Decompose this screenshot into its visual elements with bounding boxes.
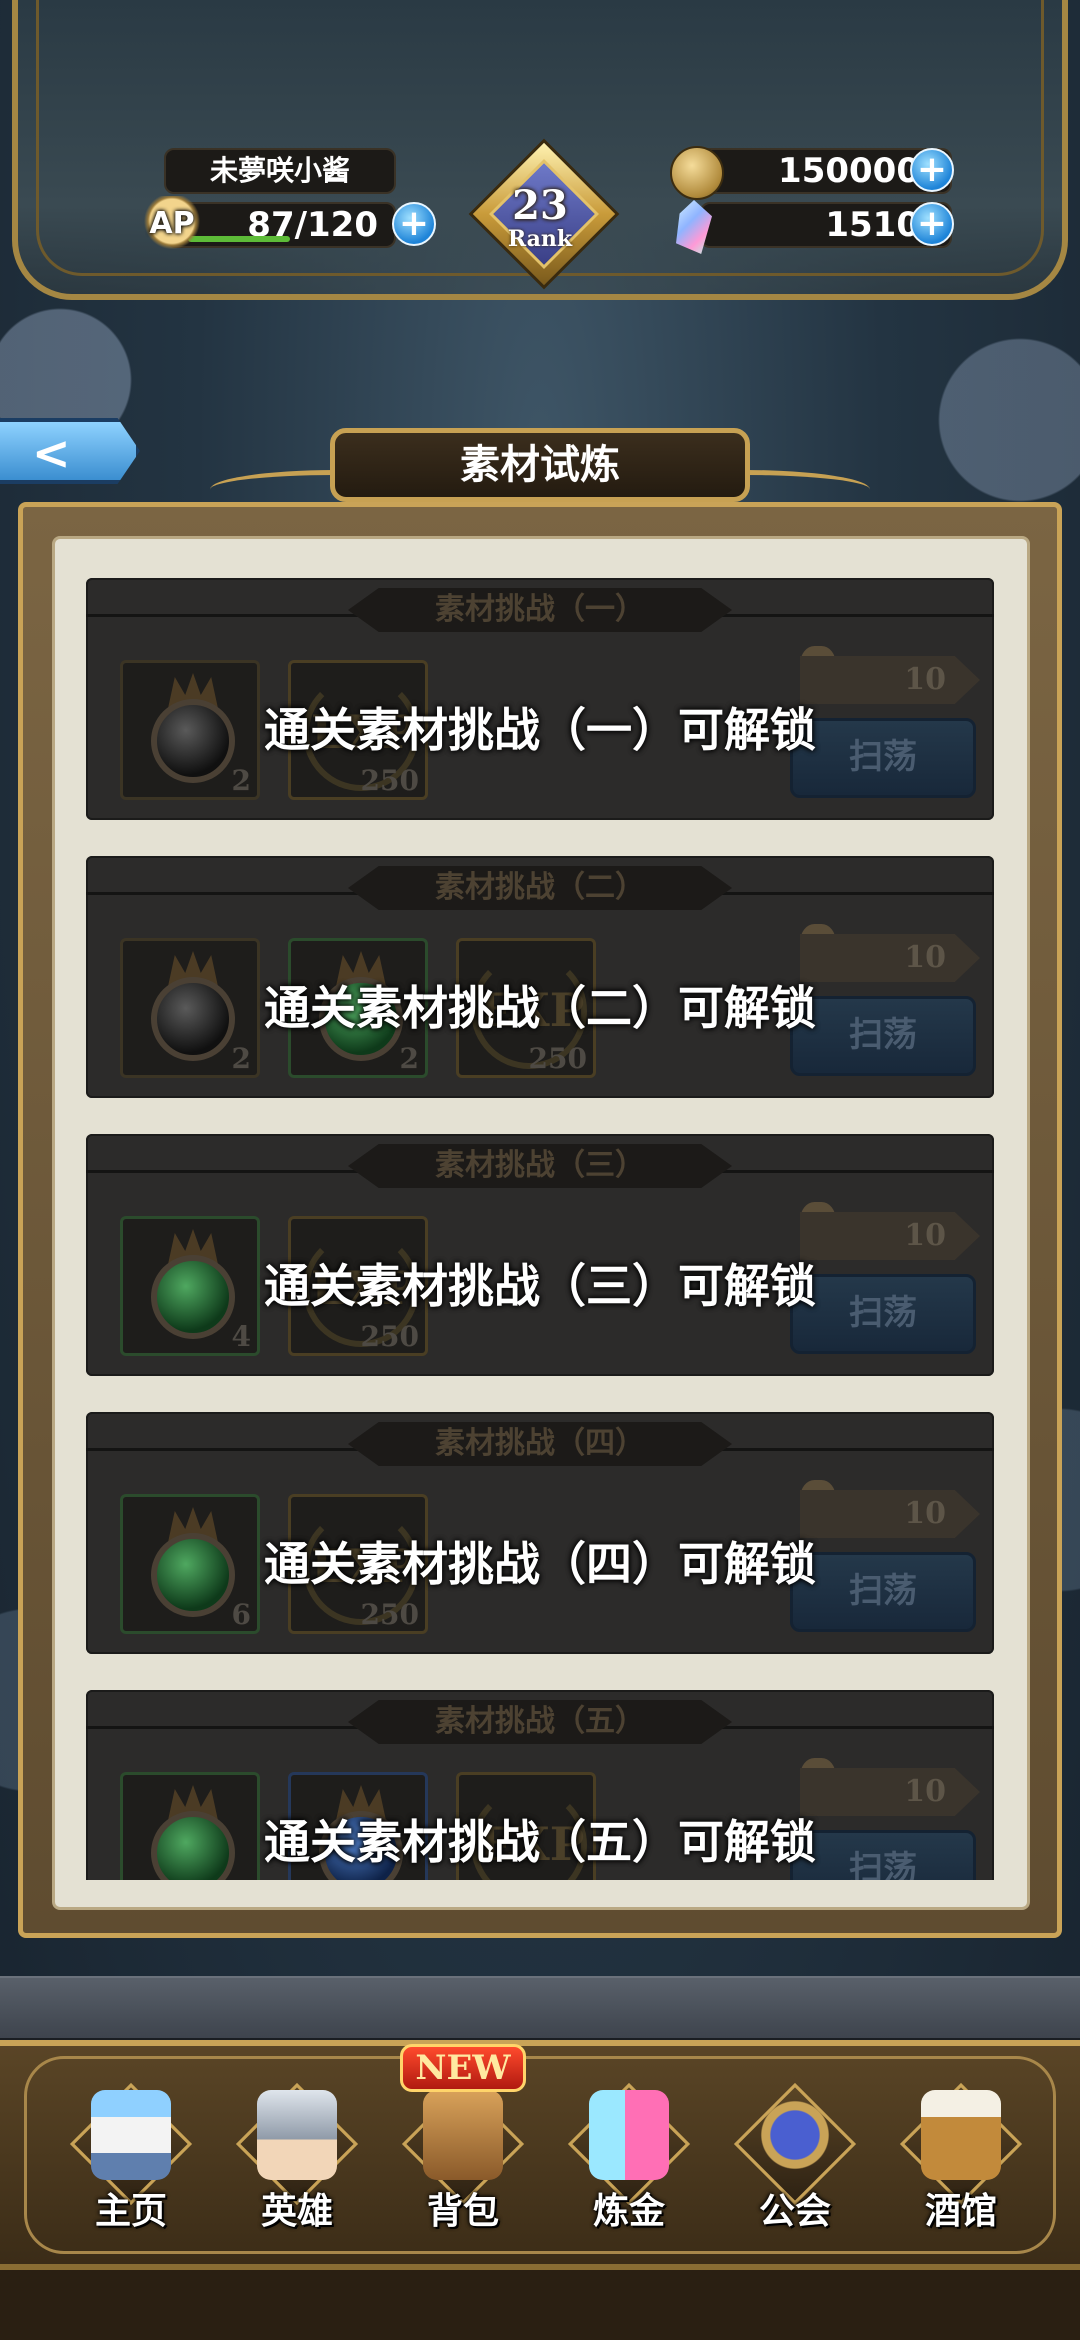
back-button[interactable]: < bbox=[0, 418, 140, 484]
nav-label: 英雄 bbox=[260, 2191, 333, 2232]
page-title: 素材试炼 bbox=[330, 428, 750, 502]
nav-label: 主页 bbox=[94, 2191, 167, 2232]
stage-list[interactable]: 素材挑战（一） 2 EXP 250 10 扫荡 通关素材挑战（一）可解锁 素材挑战（二） 2 2 E… bbox=[86, 578, 994, 1880]
stage-title: 素材挑战（四） bbox=[348, 1422, 732, 1466]
nav-item-4[interactable]: 炼金 bbox=[554, 2060, 704, 2250]
player-name: 未夢咲小酱 bbox=[164, 148, 396, 194]
stage-title: 素材挑战（三） bbox=[348, 1144, 732, 1188]
rank-badge: 23 Rank bbox=[468, 138, 620, 290]
potion-flasks-icon bbox=[589, 2090, 669, 2180]
nav-item-2[interactable]: 英雄 bbox=[222, 2060, 372, 2250]
unlock-requirement: 通关素材挑战（三）可解锁 bbox=[264, 1259, 816, 1313]
ap-progress-bar bbox=[188, 236, 290, 242]
bottom-nav-footer bbox=[0, 2270, 1080, 2340]
stage-title: 素材挑战（一） bbox=[348, 588, 732, 632]
backpack-icon bbox=[423, 2090, 503, 2180]
back-arrow-icon: < bbox=[32, 426, 71, 480]
nav-label: 炼金 bbox=[592, 2191, 665, 2232]
add-ap-button[interactable]: + bbox=[392, 202, 436, 246]
nav-item-6[interactable]: 酒馆 bbox=[886, 2060, 1036, 2250]
nav-item-5[interactable]: 公会 bbox=[720, 2060, 870, 2250]
ap-icon: AP bbox=[142, 196, 202, 252]
nav-label: 公会 bbox=[758, 2191, 831, 2232]
rank-number: 23 bbox=[512, 182, 568, 229]
unlock-requirement: 通关素材挑战（五）可解锁 bbox=[264, 1815, 816, 1869]
castle-icon bbox=[91, 2090, 171, 2180]
add-gold-button[interactable]: + bbox=[910, 148, 954, 192]
stage-card[interactable]: 素材挑战（二） 2 2 EXP 250 10 扫荡 通关素材挑战（二）可解锁 bbox=[86, 856, 994, 1098]
unlock-requirement: 通关素材挑战（四）可解锁 bbox=[264, 1537, 816, 1591]
tavern-mug-icon bbox=[921, 2090, 1001, 2180]
stage-title: 素材挑战（二） bbox=[348, 866, 732, 910]
stage-card[interactable]: 素材挑战（四） 6 EXP 250 10 扫荡 通关素材挑战（四）可解锁 bbox=[86, 1412, 994, 1654]
nav-label: 背包 bbox=[426, 2191, 499, 2232]
stage-card[interactable]: 素材挑战（五） EXP 10 扫荡 通关素材挑战（五）可解锁 bbox=[86, 1690, 994, 1880]
gold-coin-icon bbox=[670, 146, 724, 200]
unlock-requirement: 通关素材挑战（二）可解锁 bbox=[264, 981, 816, 1035]
bottom-nav-stripe bbox=[0, 1976, 1080, 2041]
knight-helmet-icon bbox=[257, 2090, 337, 2180]
unlock-requirement: 通关素材挑战（一）可解锁 bbox=[264, 703, 816, 757]
stage-card[interactable]: 素材挑战（一） 2 EXP 250 10 扫荡 通关素材挑战（一）可解锁 bbox=[86, 578, 994, 820]
guild-shield-icon bbox=[755, 2090, 835, 2180]
nav-label: 酒馆 bbox=[924, 2191, 997, 2232]
new-badge: NEW bbox=[400, 2044, 526, 2092]
rank-label: Rank bbox=[507, 226, 573, 252]
add-gem-button[interactable]: + bbox=[910, 202, 954, 246]
nav-item-1[interactable]: 主页 bbox=[56, 2060, 206, 2250]
stage-card[interactable]: 素材挑战（三） 4 EXP 250 10 扫荡 通关素材挑战（三）可解锁 bbox=[86, 1134, 994, 1376]
stage-title: 素材挑战（五） bbox=[348, 1700, 732, 1744]
